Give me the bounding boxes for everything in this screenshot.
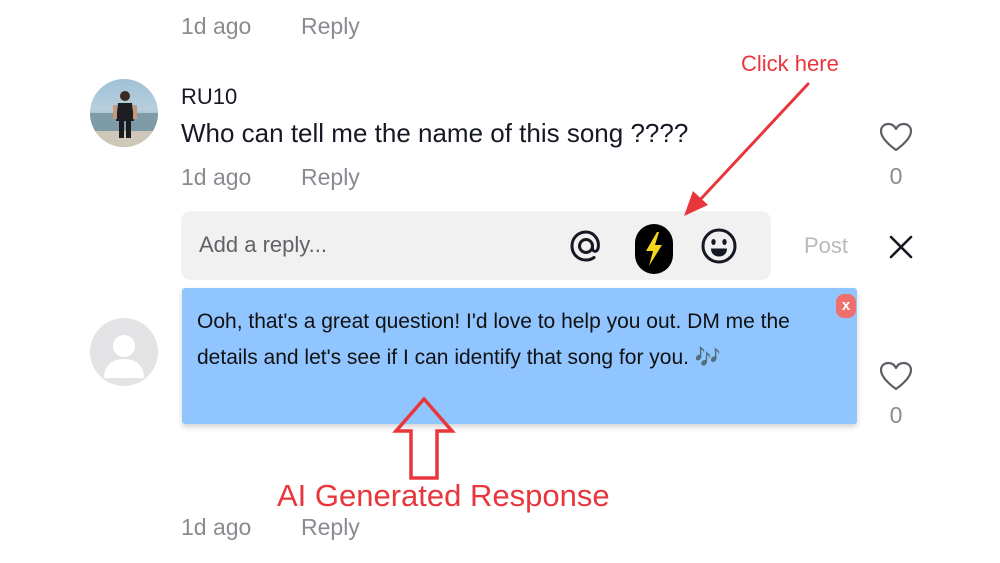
avatar[interactable] — [90, 79, 158, 147]
default-avatar[interactable] — [90, 318, 158, 386]
ai-generated-annotation: AI Generated Response — [277, 478, 610, 513]
click-here-annotation: Click here — [741, 51, 839, 76]
post-button[interactable]: Post — [804, 233, 848, 259]
ai-suggestion-box[interactable]: Ooh, that's a great question! I'd love t… — [182, 288, 857, 424]
like-count: 0 — [889, 402, 903, 428]
emoji-icon[interactable] — [700, 227, 738, 270]
comment-reply-button[interactable]: Reply — [301, 164, 360, 191]
heart-icon[interactable] — [879, 122, 913, 152]
like-count: 0 — [889, 163, 903, 189]
bottom-comment-reply-button[interactable]: Reply — [301, 514, 360, 541]
avatar-photo — [90, 91, 158, 147]
up-arrow-icon — [392, 396, 456, 480]
close-icon[interactable] — [888, 234, 914, 265]
comment-time: 1d ago — [181, 164, 252, 190]
user-silhouette-icon — [104, 335, 144, 378]
heart-icon[interactable] — [879, 361, 913, 391]
comment-text: Who can tell me the name of this song ??… — [181, 118, 689, 148]
bottom-comment-time: 1d ago — [181, 514, 252, 540]
lightning-icon[interactable] — [634, 223, 674, 280]
at-icon[interactable] — [567, 227, 605, 270]
ai-suggestion-close-button[interactable]: x — [836, 294, 856, 318]
comment-username[interactable]: RU10 — [181, 84, 237, 110]
reply-input[interactable] — [199, 223, 539, 267]
previous-comment-reply-button[interactable]: Reply — [301, 13, 360, 40]
pointer-arrow-icon — [684, 82, 810, 216]
previous-comment-time: 1d ago — [181, 13, 252, 39]
ai-suggestion-text: Ooh, that's a great question! I'd love t… — [197, 310, 790, 369]
